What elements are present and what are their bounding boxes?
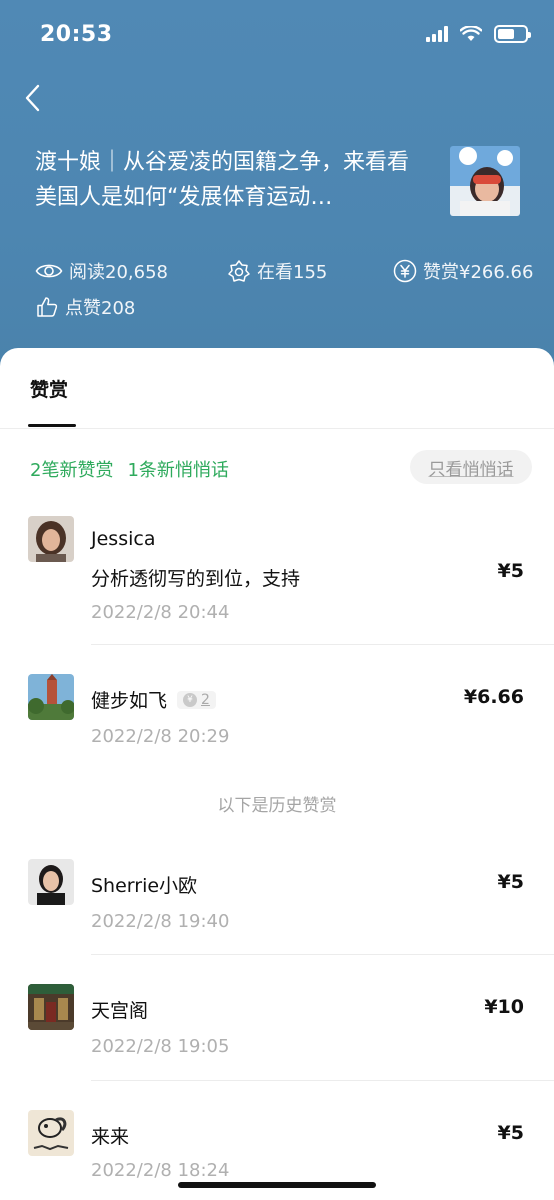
battery-icon (494, 25, 531, 43)
reward-amount: ¥10 (484, 996, 524, 1018)
divider (91, 954, 554, 955)
signal-icon (426, 26, 448, 42)
history-divider-label: 以下是历史赞赏 (217, 796, 337, 816)
article-stats: 阅读20,658 在看155 赞赏¥266.66 (35, 258, 545, 284)
reward-item[interactable]: Jessica 分析透彻写的到位，支持 2022/2/8 20:44 ¥5 (0, 516, 554, 646)
watching-count[interactable]: 在看155 (227, 258, 393, 284)
status-time: 20:53 (40, 22, 113, 47)
yen-circle-icon (393, 259, 417, 283)
status-icons (426, 25, 531, 43)
reward-name: 天宫阁 (91, 1000, 149, 1022)
article-likes: 点赞208 (35, 294, 545, 320)
coin-icon: ¥ (183, 692, 198, 707)
eye-icon (35, 264, 63, 278)
level-badge: ¥ 2 (177, 690, 216, 709)
back-button[interactable] (18, 80, 48, 116)
reward-time: 2022/2/8 20:44 (91, 602, 230, 623)
reward-amount: ¥5 (497, 871, 524, 893)
avatar[interactable] (28, 674, 74, 720)
article-title[interactable]: 渡十娘｜从谷爱凌的国籍之争，来看看美国人是如何“发展体育运动… (35, 145, 420, 217)
avatar[interactable] (28, 1110, 74, 1156)
tab-divider (0, 428, 554, 429)
reward-amount: ¥5 (497, 1122, 524, 1144)
reward-item[interactable]: Sherrie小欧 2022/2/8 19:40 ¥5 (0, 859, 554, 957)
reward-time: 2022/2/8 19:05 (91, 1036, 230, 1057)
tab-underline (28, 424, 76, 427)
read-count: 阅读20,658 (35, 258, 227, 284)
reward-item[interactable]: 天宫阁 2022/2/8 19:05 ¥10 (0, 984, 554, 1082)
home-indicator (178, 1182, 376, 1188)
reward-amount: ¥6.66 (463, 686, 524, 708)
divider (91, 1080, 554, 1081)
wifi-icon (460, 26, 482, 41)
reward-time: 2022/2/8 19:40 (91, 911, 230, 932)
tab-reward[interactable]: 赞赏 (30, 375, 68, 402)
author-avatar[interactable] (450, 146, 520, 216)
reward-name: Jessica (91, 528, 156, 550)
reward-total[interactable]: 赞赏¥266.66 (393, 258, 533, 284)
reward-sheet: 赞赏 2笔新赞赏 1条新悄悄话 只看悄悄话 Jessica 分析透彻写的到位，支持… (0, 348, 554, 1200)
new-whisper-count: 1条新悄悄话 (127, 460, 229, 481)
whisper-only-button[interactable]: 只看悄悄话 (410, 450, 532, 484)
avatar[interactable] (28, 984, 74, 1030)
reward-item[interactable]: 健步如飞 ¥ 2 2022/2/8 20:29 ¥6.66 (0, 674, 554, 764)
new-reward-count: 2笔新赞赏 (30, 460, 114, 481)
status-bar: 20:53 (0, 0, 554, 70)
new-reward-summary: 2笔新赞赏 1条新悄悄话 (30, 456, 229, 482)
reward-message: 分析透彻写的到位，支持 (91, 568, 301, 590)
watching-icon (228, 260, 250, 282)
divider (91, 644, 554, 645)
reward-time: 2022/2/8 18:24 (91, 1160, 230, 1181)
reward-amount: ¥5 (497, 560, 524, 582)
like-count[interactable]: 点赞208 (35, 294, 135, 320)
avatar[interactable] (28, 516, 74, 562)
reward-time: 2022/2/8 20:29 (91, 726, 230, 747)
chevron-left-icon (25, 84, 40, 112)
reward-name: Sherrie小欧 (91, 875, 198, 897)
reward-name: 健步如飞 ¥ 2 (91, 686, 216, 713)
reward-name: 来来 (91, 1126, 130, 1148)
avatar[interactable] (28, 859, 74, 905)
thumbs-up-icon (37, 297, 58, 317)
